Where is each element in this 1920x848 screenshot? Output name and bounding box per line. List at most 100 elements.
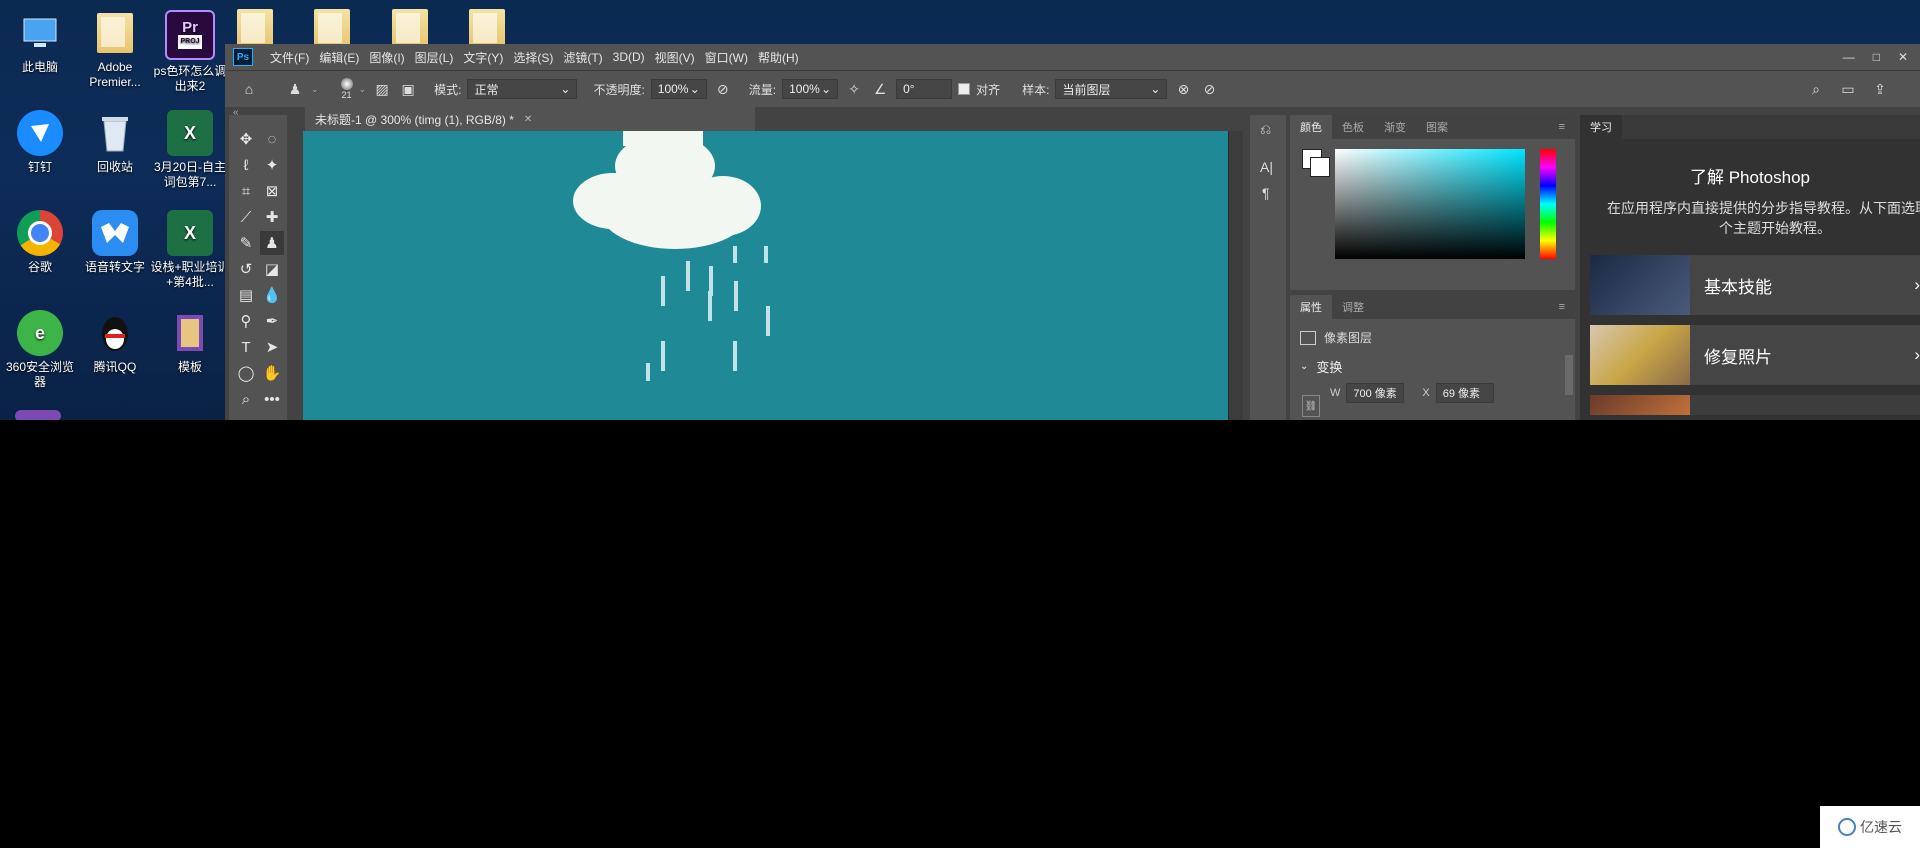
menu-layer[interactable]: 图层(L) [410, 49, 459, 66]
home-icon[interactable]: ⌂ [239, 79, 259, 99]
move-tool-icon[interactable]: ✥ [234, 127, 258, 151]
panel-menu-icon[interactable]: ≡ [1549, 295, 1575, 319]
clone-stamp-tool-icon[interactable]: ♟ [285, 79, 305, 99]
close-icon[interactable]: ✕ [1898, 50, 1908, 64]
learn-card-partial[interactable] [1590, 395, 1920, 415]
ignore-adjustment-layers-icon[interactable]: ⊗ [1173, 79, 1193, 99]
healing-brush-tool-icon[interactable]: ✚ [260, 205, 284, 229]
magic-wand-tool-icon[interactable]: ✦ [260, 153, 284, 177]
canvas-area[interactable] [303, 131, 1243, 420]
link-icon[interactable]: ⛓ [1302, 395, 1320, 417]
photoshop-logo: Ps [233, 48, 253, 66]
flow-input[interactable]: 100% ⌄ [782, 79, 839, 99]
desktop-icon-premiere-project[interactable]: Pr PROJ ps色环怎么调出来2 [150, 10, 230, 94]
close-tab-icon[interactable]: ✕ [524, 114, 532, 125]
eyedropper-tool-icon[interactable]: ⟋ [234, 205, 258, 229]
menu-edit[interactable]: 编辑(E) [314, 49, 364, 66]
share-icon[interactable]: ⇪ [1870, 79, 1890, 99]
pen-tool-icon[interactable]: ✒ [260, 309, 284, 333]
more-tools-icon[interactable]: ••• [260, 387, 284, 411]
panel-scrollbar[interactable] [1565, 355, 1573, 395]
learn-card-basic-skills[interactable]: 基本技能 › [1590, 255, 1920, 315]
tab-adjustments[interactable]: 调整 [1332, 295, 1374, 319]
color-field[interactable] [1335, 149, 1525, 259]
document-tab[interactable]: 未标题-1 @ 300% (timg (1), RGB/8) * ✕ [305, 107, 755, 131]
chevron-down-icon[interactable]: ⌄ [311, 84, 319, 95]
width-input[interactable]: 700 像素 [1346, 383, 1405, 403]
desktop-icon-dingtalk[interactable]: 钉钉 [0, 110, 80, 175]
hue-slider[interactable] [1540, 149, 1556, 259]
desktop-icon-qq[interactable]: 腾讯QQ [75, 310, 155, 375]
menu-help[interactable]: 帮助(H) [753, 49, 804, 66]
browser-360-icon: e [17, 310, 63, 356]
path-selection-tool-icon[interactable]: ➤ [260, 335, 284, 359]
history-icon[interactable]: ⎌ [1260, 121, 1271, 138]
chevron-down-icon[interactable]: ⌄ [359, 84, 367, 95]
panel-menu-icon[interactable]: ≡ [1549, 115, 1575, 139]
desktop-icon-chrome[interactable]: 谷歌 [0, 210, 80, 275]
clone-stamp-tool-icon[interactable]: ♟ [260, 231, 284, 255]
color-panel: 颜色 色板 渐变 图案 ≡ [1290, 115, 1575, 290]
frame-tool-icon[interactable]: ⊠ [260, 179, 284, 203]
menu-filter[interactable]: 滤镜(T) [558, 49, 607, 66]
workspace-icon[interactable]: ▭ [1838, 79, 1858, 99]
desktop-icon-excel-file[interactable]: X 3月20日-自主词包第7... [150, 110, 230, 190]
hand-tool-icon[interactable]: ✋ [260, 361, 284, 385]
background-color-swatch[interactable] [1310, 157, 1330, 177]
type-tool-icon[interactable]: T [234, 335, 258, 359]
desktop-icon-this-pc[interactable]: 此电脑 [0, 10, 80, 75]
tab-learn[interactable]: 学习 [1580, 115, 1622, 139]
angle-input[interactable]: 0° [896, 79, 953, 99]
pressure-opacity-icon[interactable]: ⊘ [713, 79, 733, 99]
document-canvas[interactable] [303, 131, 1228, 420]
desktop-icon-partial[interactable] [0, 410, 75, 420]
x-input[interactable]: 69 像素 [1435, 383, 1494, 403]
menu-file[interactable]: 文件(F) [265, 49, 314, 66]
menu-type[interactable]: 文字(Y) [458, 49, 508, 66]
menu-image[interactable]: 图像(I) [364, 49, 409, 66]
tab-patterns[interactable]: 图案 [1416, 115, 1458, 139]
blur-tool-icon[interactable]: 💧 [260, 283, 284, 307]
menu-view[interactable]: 视图(V) [650, 49, 700, 66]
vertical-scrollbar[interactable] [1229, 131, 1243, 420]
search-icon[interactable]: ⌕ [1806, 79, 1826, 99]
tab-properties[interactable]: 属性 [1290, 295, 1332, 319]
menu-select[interactable]: 选择(S) [508, 49, 558, 66]
history-brush-tool-icon[interactable]: ↺ [234, 257, 258, 281]
tab-swatches[interactable]: 色板 [1332, 115, 1374, 139]
eraser-tool-icon[interactable]: ◪ [260, 257, 284, 281]
maximize-icon[interactable]: □ [1873, 50, 1880, 64]
learn-card-fix-photo[interactable]: 修复照片 › [1590, 325, 1920, 385]
ellipse-tool-icon[interactable]: ◯ [234, 361, 258, 385]
desktop-icon-excel-file-2[interactable]: X 设栈+职业培训+第4批... [150, 210, 230, 290]
lasso-tool-icon[interactable]: ℓ [234, 153, 258, 177]
gradient-tool-icon[interactable]: ▤ [234, 283, 258, 307]
crop-tool-icon[interactable]: ⌗ [234, 179, 258, 203]
desktop-icon-360-browser[interactable]: e 360安全浏览器 [0, 310, 80, 390]
desktop-icon-adobe-premiere-folder[interactable]: Adobe Premier... [75, 10, 155, 90]
brush-tool-icon[interactable]: ✎ [234, 231, 258, 255]
marquee-tool-icon[interactable]: ◌ [260, 127, 284, 151]
clone-source-icon[interactable]: ▣ [398, 79, 418, 99]
desktop-icon-recycle-bin[interactable]: 回收站 [75, 110, 155, 175]
tab-gradients[interactable]: 渐变 [1374, 115, 1416, 139]
align-checkbox[interactable] [958, 83, 971, 95]
menu-window[interactable]: 窗口(W) [700, 49, 753, 66]
pressure-size-icon[interactable]: ⊘ [1199, 79, 1219, 99]
airbrush-icon[interactable]: ✧ [844, 79, 864, 99]
menu-3d[interactable]: 3D(D) [608, 50, 650, 64]
brush-settings-icon[interactable]: ▨ [372, 79, 392, 99]
opacity-input[interactable]: 100% ⌄ [650, 79, 707, 99]
mode-select[interactable]: 正常 ⌄ [467, 79, 578, 99]
zoom-tool-icon[interactable]: ⌕ [234, 387, 258, 411]
desktop-icon-template[interactable]: 模板 [150, 310, 230, 375]
chevron-down-icon[interactable]: ⌄ [1300, 361, 1308, 372]
brush-preset-picker[interactable]: 21 [340, 78, 353, 100]
paragraph-icon[interactable]: ¶ [1262, 185, 1270, 201]
sample-select[interactable]: 当前图层 ⌄ [1055, 79, 1168, 99]
minimize-icon[interactable]: — [1843, 50, 1855, 64]
tab-color[interactable]: 颜色 [1290, 115, 1332, 139]
character-icon[interactable]: A| [1260, 159, 1273, 175]
desktop-icon-speech-to-text[interactable]: 语音转文字 [75, 210, 155, 275]
dodge-tool-icon[interactable]: ⚲ [234, 309, 258, 333]
